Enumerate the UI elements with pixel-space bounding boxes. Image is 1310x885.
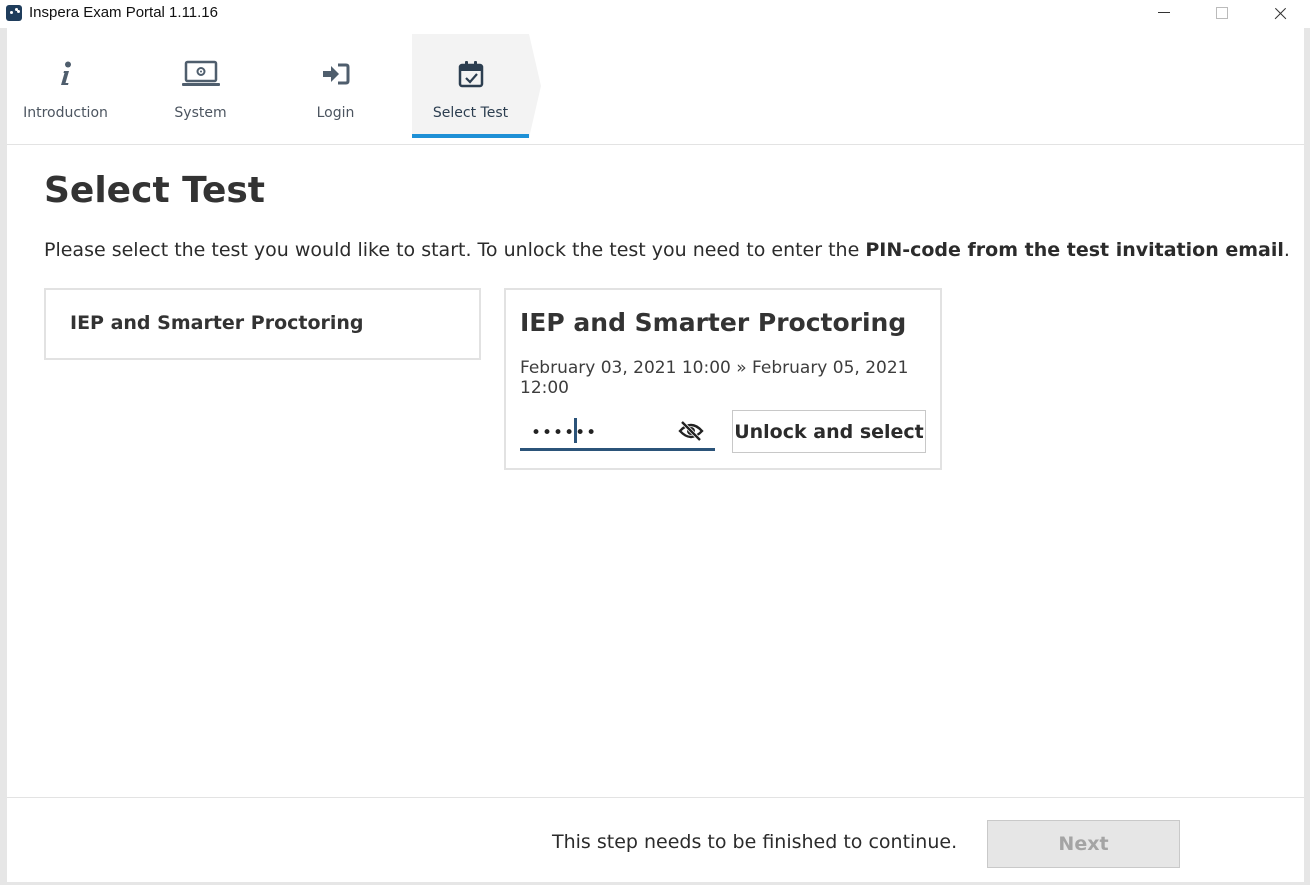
- pin-input-value: ••••••: [531, 423, 598, 443]
- footer: This step needs to be finished to contin…: [7, 797, 1304, 882]
- maximize-button[interactable]: [1199, 0, 1245, 28]
- step-label: System: [174, 105, 227, 121]
- test-card[interactable]: IEP and Smarter Proctoring: [44, 288, 481, 360]
- step-login[interactable]: Login: [277, 34, 394, 138]
- footer-message: This step needs to be finished to contin…: [552, 831, 958, 853]
- next-button[interactable]: Next: [987, 820, 1180, 868]
- instructions-emphasis: PIN-code from the test invitation email: [865, 239, 1284, 261]
- instructions-suffix: .: [1283, 239, 1290, 261]
- step-select-test[interactable]: Select Test: [412, 34, 541, 138]
- title-bar: Inspera Exam Portal 1.11.16: [0, 0, 1310, 28]
- text-cursor: [574, 418, 577, 443]
- step-introduction[interactable]: Introduction: [7, 34, 124, 138]
- step-label: Login: [316, 105, 355, 121]
- info-icon: [7, 60, 124, 88]
- instructions-text: Please select the test you would like to…: [44, 239, 1290, 261]
- unlock-and-select-button[interactable]: Unlock and select: [732, 410, 926, 453]
- close-button[interactable]: [1257, 0, 1303, 28]
- test-card-title: IEP and Smarter Proctoring: [70, 312, 364, 334]
- pin-input[interactable]: ••••••: [520, 414, 715, 451]
- active-step-indicator: [412, 134, 529, 138]
- test-date-range: February 03, 2021 10:00 » February 05, 2…: [520, 358, 909, 398]
- instructions-prefix: Please select the test you would like to…: [44, 239, 866, 261]
- selected-test-title: IEP and Smarter Proctoring: [520, 308, 907, 337]
- selected-test-card: IEP and Smarter Proctoring February 03, …: [504, 288, 942, 470]
- laptop-gear-icon: [142, 60, 259, 88]
- step-navigation: Introduction System Login Select Test: [7, 34, 1304, 145]
- app-logo-icon: [6, 5, 22, 21]
- step-label: Introduction: [23, 105, 108, 121]
- step-label: Select Test: [432, 105, 509, 121]
- minimize-button[interactable]: [1141, 0, 1187, 28]
- sign-in-icon: [277, 60, 394, 88]
- eye-slash-icon[interactable]: [678, 420, 704, 442]
- calendar-check-icon: [412, 60, 529, 88]
- window-title: Inspera Exam Portal 1.11.16: [29, 4, 218, 21]
- page-title: Select Test: [44, 170, 266, 211]
- app-window: Inspera Exam Portal 1.11.16 Introduction: [0, 0, 1310, 885]
- step-system[interactable]: System: [142, 34, 259, 138]
